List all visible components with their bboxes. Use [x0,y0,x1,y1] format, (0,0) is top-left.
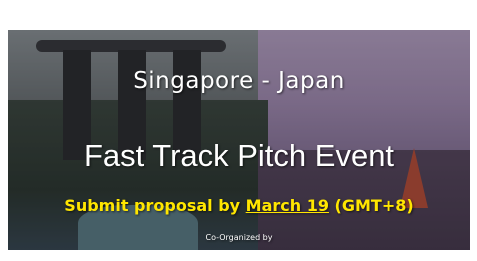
deadline-text: Submit proposal by March 19 (GMT+8) [8,196,470,215]
co-organized-label: Co-Organized by [205,233,273,242]
banner-subtitle: Singapore - Japan [133,68,345,94]
event-banner: Singapore - Japan Fast Track Pitch Event… [8,30,470,250]
banner-title: Fast Track Pitch Event [83,138,395,173]
deadline-timezone: (GMT+8) [328,196,414,215]
deadline-date: March 19 [245,196,329,215]
deadline-prefix: Submit proposal by [64,196,246,215]
